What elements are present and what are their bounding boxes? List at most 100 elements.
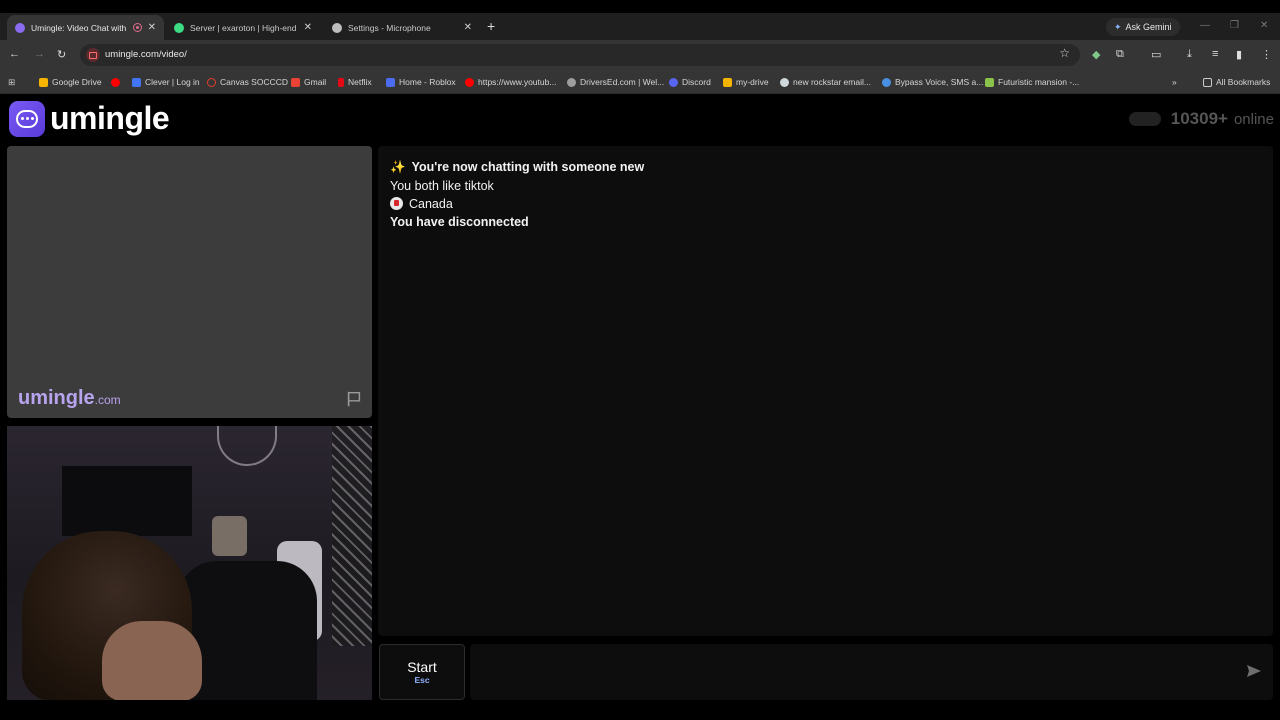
bookmark-clever[interactable]: Clever | Log in xyxy=(132,75,200,89)
media-controls-icon[interactable]: ≡ xyxy=(1212,48,1218,60)
canvas-icon xyxy=(207,77,216,87)
chat-log: ✨ You're now chatting with someone new Yo… xyxy=(378,146,1273,636)
bookmark-my-drive[interactable]: my-drive xyxy=(723,75,769,89)
gmail-icon xyxy=(291,77,300,87)
forward-arrow-icon[interactable]: → xyxy=(34,48,45,60)
browser-toolbar: ← → ↻ umingle.com/video/ ☆ ◆ ⧉ ▭ ⤓ ≡ ▮ ⋮ xyxy=(0,40,1280,70)
bookmark-roblox[interactable]: Home - Roblox xyxy=(386,75,456,89)
start-label: Start xyxy=(407,659,437,675)
bookmark-gmail[interactable]: Gmail xyxy=(291,75,326,89)
globe-icon xyxy=(567,77,576,87)
restore-icon[interactable]: ❐ xyxy=(1230,20,1239,31)
report-flag-icon[interactable] xyxy=(345,390,363,408)
window-top-bar xyxy=(0,0,1280,13)
settings-toggle[interactable] xyxy=(1128,112,1161,126)
exaroton-favicon-icon xyxy=(174,22,184,33)
bookmark-label: Home - Roblox xyxy=(399,77,456,87)
roblox-icon xyxy=(386,77,395,87)
bookmark-youtube-2[interactable]: https://www.youtub... xyxy=(465,75,556,89)
browser-tab-strip: Umingle: Video Chat with S ✕ Server | ex… xyxy=(0,0,1280,40)
bookmark-bypass-voice[interactable]: Bypass Voice, SMS a... xyxy=(882,75,983,89)
bookmark-label: DriversEd.com | Wel... xyxy=(580,77,665,87)
message-input[interactable] xyxy=(470,644,1273,700)
tab-title: Server | exaroton | High-end on xyxy=(190,22,298,33)
menu-kebab-icon[interactable]: ⋮ xyxy=(1261,48,1272,61)
bookmark-rockstar[interactable]: new rockstar email... xyxy=(780,75,871,89)
close-window-icon[interactable]: ✕ xyxy=(1260,20,1268,31)
netflix-icon xyxy=(338,77,344,87)
bookmark-label: Clever | Log in xyxy=(145,77,200,87)
umingle-watermark: umingle.com xyxy=(18,387,121,409)
bookmark-label: new rockstar email... xyxy=(793,77,871,87)
gear-icon xyxy=(332,22,342,33)
bookmark-label: Futuristic mansion -... xyxy=(998,77,1080,87)
ask-gemini-button[interactable]: ✦ Ask Gemini xyxy=(1106,18,1180,36)
close-tab-icon[interactable]: ✕ xyxy=(464,22,472,33)
start-button[interactable]: Start Esc xyxy=(379,644,465,700)
folder-icon xyxy=(1203,77,1212,87)
bookmark-driversed[interactable]: DriversEd.com | Wel... xyxy=(567,75,664,89)
google-drive-icon xyxy=(39,77,48,87)
bookmark-discord[interactable]: Discord xyxy=(669,75,711,89)
rockstar-icon xyxy=(780,77,789,87)
bookmark-netflix[interactable]: Netflix xyxy=(338,75,372,89)
clever-icon xyxy=(132,77,141,87)
reload-icon[interactable]: ↻ xyxy=(57,48,66,61)
image-icon xyxy=(985,77,994,87)
online-count: 10309+ xyxy=(1170,109,1228,128)
local-video xyxy=(7,426,372,700)
youtube-icon xyxy=(111,77,120,87)
chat-message: Canada xyxy=(390,197,453,211)
profile-icon[interactable]: ▮ xyxy=(1236,48,1242,61)
google-drive-icon xyxy=(723,77,732,87)
bookmark-google-drive[interactable]: Google Drive xyxy=(39,75,102,89)
close-tab-icon[interactable]: ✕ xyxy=(148,22,156,33)
chat-message: You have disconnected xyxy=(390,215,529,229)
back-arrow-icon[interactable]: ← xyxy=(9,48,20,60)
send-icon[interactable] xyxy=(1246,664,1262,678)
minimize-icon[interactable]: — xyxy=(1200,20,1210,31)
ask-gemini-label: Ask Gemini xyxy=(1125,22,1172,32)
tab-settings[interactable]: Settings - Microphone ✕ xyxy=(324,15,480,40)
extensions-puzzle-icon[interactable]: ⧉ xyxy=(1116,48,1124,61)
apps-grid-icon[interactable]: ⊞ xyxy=(8,75,15,89)
umingle-logo[interactable]: umingle xyxy=(9,100,170,137)
recording-indicator-icon xyxy=(132,23,142,32)
remote-video: umingle.com xyxy=(7,146,372,418)
tab-exaroton[interactable]: Server | exaroton | High-end on ✕ xyxy=(166,15,320,40)
new-tab-button[interactable]: + xyxy=(487,18,495,34)
bookmark-label: Discord xyxy=(682,77,711,87)
address-bar[interactable]: umingle.com/video/ ☆ xyxy=(80,44,1080,66)
extension-icon[interactable]: ◆ xyxy=(1092,48,1100,61)
tab-umingle[interactable]: Umingle: Video Chat with S ✕ xyxy=(7,15,164,40)
camera-permission-icon[interactable] xyxy=(86,48,100,62)
bookmark-star-icon[interactable]: ☆ xyxy=(1059,46,1070,60)
tab-title: Umingle: Video Chat with S xyxy=(31,22,129,33)
checkmark-badge-icon xyxy=(882,77,891,87)
bookmark-label: Bypass Voice, SMS a... xyxy=(895,77,984,87)
bookmarks-bar: ⊞ Google Drive Clever | Log in Canvas SO… xyxy=(0,70,1280,94)
youtube-icon xyxy=(465,77,474,87)
bookmark-canvas[interactable]: Canvas SOCCCD xyxy=(207,75,288,89)
all-bookmarks-label: All Bookmarks xyxy=(1216,77,1271,87)
umingle-page: umingle 10309+ online umingle.com ✨ You'r… xyxy=(0,94,1280,720)
bookmark-label: my-drive xyxy=(736,77,769,87)
bookmark-futuristic-mansion[interactable]: Futuristic mansion -... xyxy=(985,75,1079,89)
bookmark-youtube-1[interactable] xyxy=(111,75,120,89)
bookmarks-overflow-icon[interactable]: » xyxy=(1172,75,1177,89)
side-panel-icon[interactable]: ▭ xyxy=(1151,48,1161,61)
online-label: online xyxy=(1233,110,1274,128)
discord-icon xyxy=(669,77,678,87)
tab-title: Settings - Microphone xyxy=(348,22,431,33)
start-shortcut: Esc xyxy=(414,675,430,685)
logo-text: umingle xyxy=(50,100,170,136)
online-counter: 10309+ online xyxy=(1128,109,1274,129)
all-bookmarks-button[interactable]: All Bookmarks xyxy=(1203,75,1270,89)
download-icon[interactable]: ⤓ xyxy=(1187,48,1192,61)
chat-message: ✨ You're now chatting with someone new xyxy=(390,160,645,174)
gemini-sparkle-icon: ✦ xyxy=(1114,21,1122,32)
bookmark-label: https://www.youtub... xyxy=(478,77,557,87)
close-tab-icon[interactable]: ✕ xyxy=(304,22,312,33)
bookmark-label: Netflix xyxy=(348,77,372,87)
canada-flag-icon xyxy=(390,197,403,210)
